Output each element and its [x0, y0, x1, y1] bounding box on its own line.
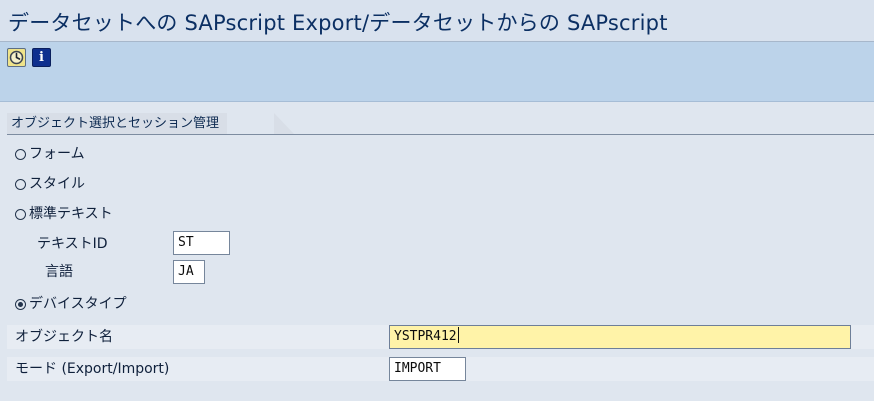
object-name-input[interactable]: YSTPR412	[389, 325, 851, 349]
radio-style[interactable]	[15, 179, 26, 190]
radio-form-label: フォーム	[29, 146, 85, 162]
object-name-value: YSTPR412	[394, 329, 457, 344]
radio-standard-text[interactable]	[15, 209, 26, 220]
section-tab-edge	[274, 113, 294, 134]
info-icon: i	[39, 50, 44, 65]
info-button[interactable]: i	[32, 48, 51, 67]
language-label: 言語	[45, 264, 73, 280]
window-title: データセットへの SAPscript Export/データセットからの SAPs…	[8, 11, 668, 35]
section-divider	[7, 134, 874, 135]
execute-button[interactable]	[7, 48, 26, 67]
application-toolbar: i	[0, 42, 874, 102]
radio-form[interactable]	[15, 149, 26, 160]
mode-label: モード (Export/Import)	[15, 361, 170, 377]
radio-device-type-label: デバイスタイプ	[29, 296, 127, 312]
text-id-label: テキストID	[37, 236, 108, 252]
radio-device-type[interactable]	[15, 299, 26, 310]
title-bar: データセットへの SAPscript Export/データセットからの SAPs…	[0, 0, 874, 42]
clock-execute-icon	[9, 50, 24, 65]
text-cursor	[457, 327, 459, 343]
mode-input[interactable]: IMPORT	[389, 357, 466, 381]
selection-screen: オブジェクト選択とセッション管理 フォーム スタイル 標準テキスト テキストID…	[0, 102, 874, 401]
text-id-input[interactable]: ST	[173, 231, 230, 255]
object-name-label: オブジェクト名	[15, 329, 113, 345]
radio-standard-text-label: 標準テキスト	[29, 206, 113, 222]
radio-style-label: スタイル	[29, 176, 85, 192]
language-input[interactable]: JA	[173, 260, 205, 284]
section-title: オブジェクト選択とセッション管理	[7, 113, 228, 134]
